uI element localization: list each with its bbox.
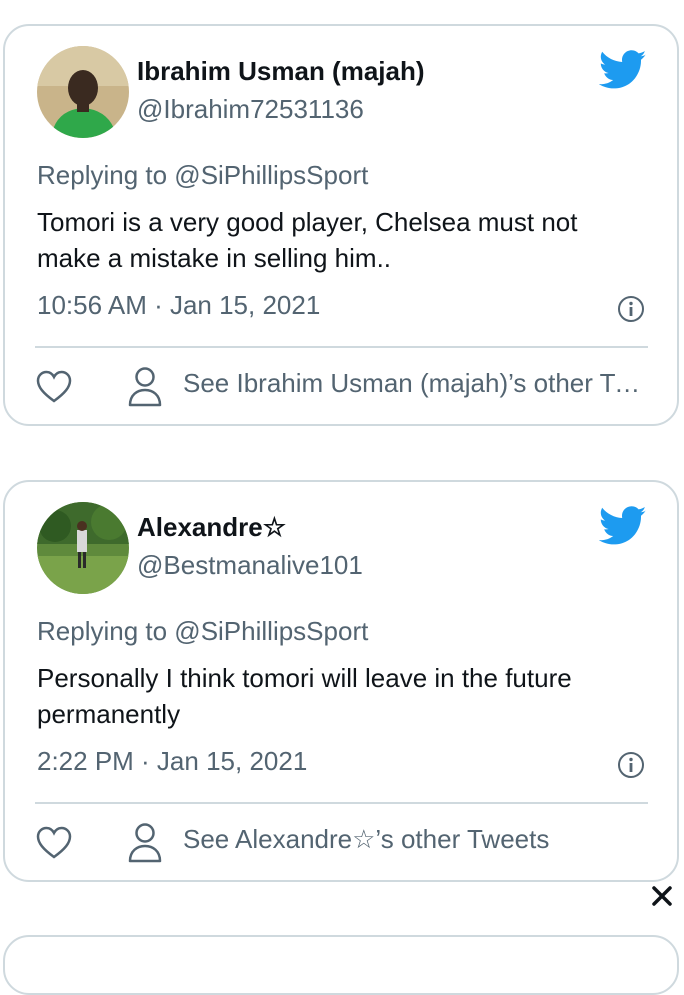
tweet-text: Personally I think tomori will leave in … (37, 663, 572, 729)
avatar[interactable] (37, 502, 129, 594)
avatar[interactable] (37, 46, 129, 138)
author-name[interactable]: Alexandre☆ (137, 512, 286, 543)
twitter-bird-icon[interactable] (598, 50, 647, 90)
replying-to[interactable]: Replying to @SiPhillipsSport (37, 616, 368, 647)
person-icon[interactable] (127, 366, 163, 408)
author-handle[interactable]: @Bestmanalive101 (137, 550, 363, 581)
tweet-text: Tomori is a very good player, Chelsea mu… (37, 207, 578, 273)
author-handle[interactable]: @Ibrahim72531136 (137, 94, 364, 125)
divider (35, 346, 648, 348)
heart-icon[interactable] (35, 368, 73, 406)
tweet-timestamp[interactable]: 2:22 PM · Jan 15, 2021 (37, 746, 307, 777)
author-name[interactable]: Ibrahim Usman (majah) (137, 56, 425, 87)
see-other-tweets-link[interactable]: See Ibrahim Usman (majah)’s other Tweets (183, 368, 645, 399)
heart-icon[interactable] (35, 824, 73, 862)
replying-to[interactable]: Replying to @SiPhillipsSport (37, 160, 368, 191)
tweet-card[interactable]: Alexandre☆ @Bestmanalive101 Replying to … (3, 480, 679, 882)
person-icon[interactable] (127, 822, 163, 864)
close-icon[interactable] (648, 882, 676, 910)
info-icon[interactable] (617, 295, 645, 323)
divider (35, 802, 648, 804)
tweet-timestamp[interactable]: 10:56 AM · Jan 15, 2021 (37, 290, 320, 321)
info-icon[interactable] (617, 751, 645, 779)
see-other-tweets-link[interactable]: See Alexandre☆’s other Tweets (183, 824, 645, 855)
twitter-bird-icon[interactable] (598, 506, 647, 546)
tweet-card[interactable]: Ibrahim Usman (majah) @Ibrahim72531136 R… (3, 24, 679, 426)
tweet-card-partial[interactable] (3, 935, 679, 995)
